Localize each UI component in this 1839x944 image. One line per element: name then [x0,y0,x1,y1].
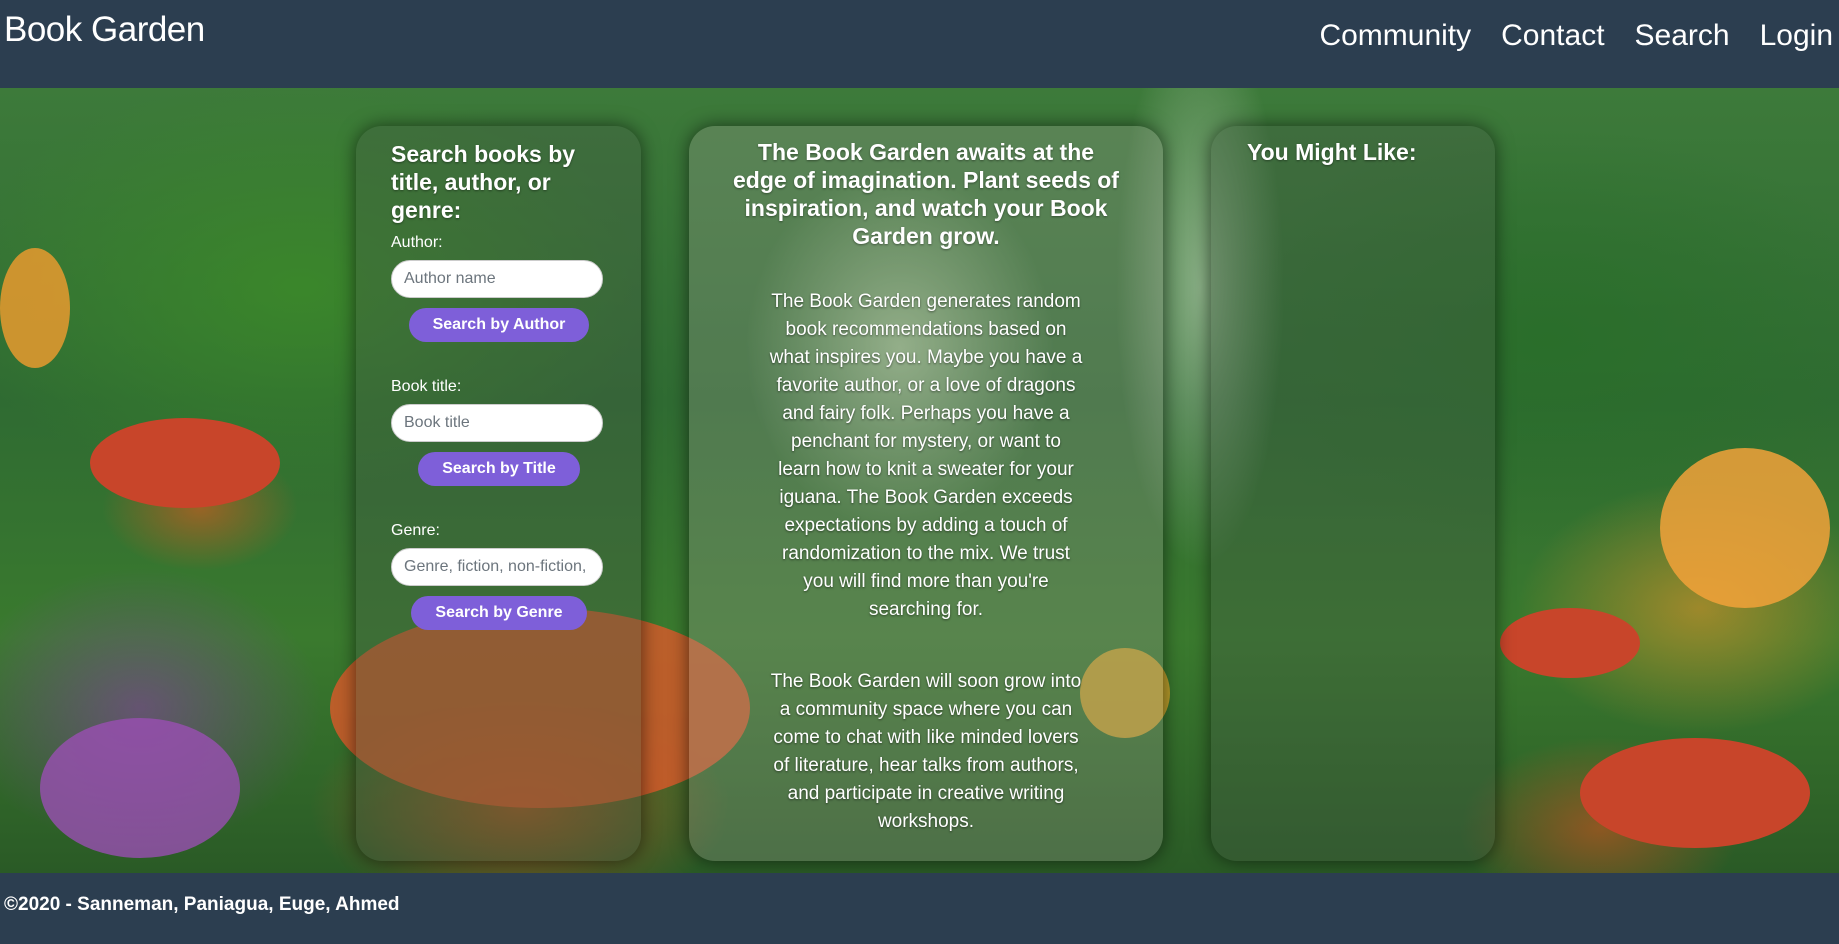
mushroom-cap-left [90,418,280,508]
recommendations-heading: You Might Like: [1247,139,1417,165]
author-label: Author: [391,234,443,251]
author-search-group: Author: Search by Author [391,234,607,342]
intro-panel: The Book Garden awaits at the edge of im… [689,126,1163,861]
title-search-group: Book title: Search by Title [391,378,607,486]
mushroom-cap-right [1500,608,1640,678]
genre-label: Genre: [391,522,440,539]
title-input[interactable] [391,404,603,442]
nav-search[interactable]: Search [1635,19,1730,53]
nav-contact[interactable]: Contact [1501,19,1604,53]
intro-paragraph-1: The Book Garden generates random book re… [769,291,1083,620]
author-input[interactable] [391,260,603,298]
footer-copyright: ©2020 - Sanneman, Paniagua, Euge, Ahmed [4,894,400,915]
navbar: Book Garden Community Contact Search Log… [0,0,1839,88]
nav-community[interactable]: Community [1319,19,1471,53]
title-label: Book title: [391,378,462,395]
search-heading: Search books by title, author, or genre: [391,141,576,223]
orchid-flower-left [40,718,240,858]
search-panel: Search books by title, author, or genre:… [356,126,641,861]
footer: ©2020 - Sanneman, Paniagua, Euge, Ahmed [0,873,1839,944]
lily-flower-right [1660,448,1830,608]
intro-heading: The Book Garden awaits at the edge of im… [733,139,1119,249]
search-by-genre-button[interactable]: Search by Genre [411,596,587,630]
intro-paragraph-2: The Book Garden will soon grow into a co… [770,671,1082,832]
mushroom-cap-bottom-right [1580,738,1810,848]
brand-logo[interactable]: Book Garden [4,10,205,50]
lily-flower-left [0,248,70,368]
nav-login[interactable]: Login [1760,19,1833,53]
nav-links: Community Contact Search Login [1319,19,1833,53]
search-by-title-button[interactable]: Search by Title [418,452,580,486]
genre-input[interactable] [391,548,603,586]
genre-search-group: Genre: Search by Genre [391,522,607,630]
recommendations-panel: You Might Like: [1211,126,1495,861]
search-by-author-button[interactable]: Search by Author [408,308,590,342]
